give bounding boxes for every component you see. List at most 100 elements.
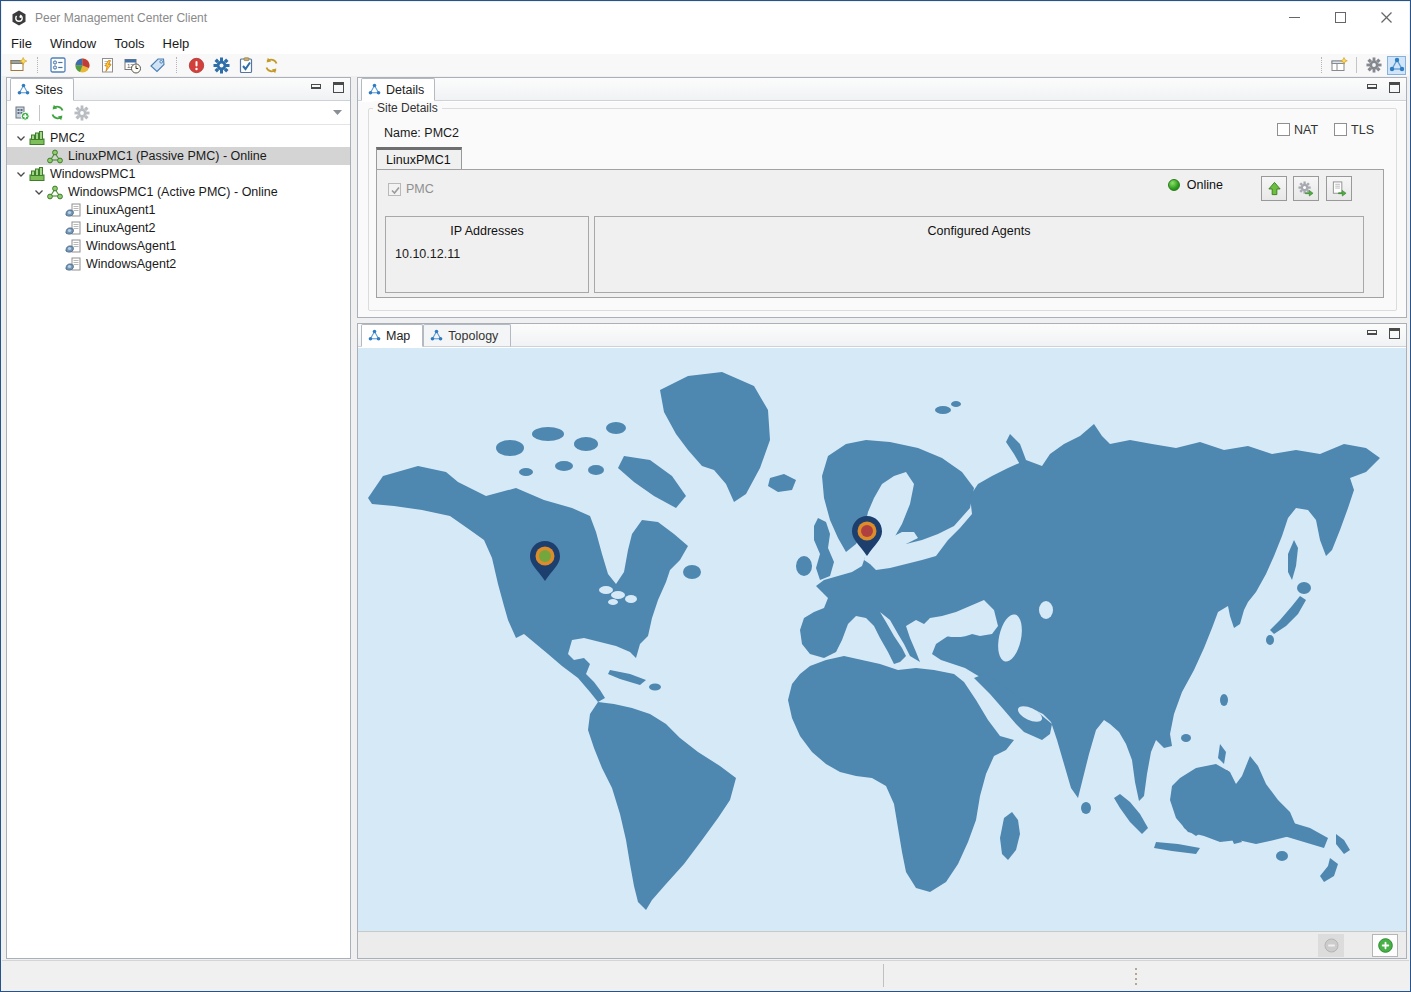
refresh-icon[interactable] [49,104,66,121]
site-icon [28,130,45,146]
zoom-out-button[interactable] [1318,934,1344,957]
title-bar: Peer Management Center Client [2,2,1409,33]
job-document-icon[interactable] [99,57,116,74]
tasks-clipboard-icon[interactable] [238,57,255,74]
preferences-icon[interactable] [49,57,66,74]
chevron-down-icon[interactable] [35,190,43,195]
schedule-calendar-icon[interactable]: 12 [124,57,141,74]
agent-icon [64,220,81,236]
ip-addresses-title: IP Addresses [386,224,588,238]
network-icon [430,329,443,342]
tree-item[interactable]: LinuxAgent1 [7,201,350,219]
sites-panel: Sites PMC2 LinuxPMC1 (Passive PMC [6,77,351,959]
tab-details[interactable]: Details [361,78,435,101]
sync-icon[interactable] [263,57,280,74]
maximize-panel-icon[interactable] [1389,328,1400,339]
management-perspective-icon[interactable] [1388,57,1405,74]
tree-item-selected[interactable]: LinuxPMC1 (Passive PMC) - Online [7,147,350,165]
tls-checkbox-box[interactable] [1334,123,1347,136]
menu-help[interactable]: Help [154,34,199,53]
tree-item[interactable]: WindowsPMC1 (Active PMC) - Online [7,183,350,201]
tab-map[interactable]: Map [361,324,423,347]
edit-configuration-button[interactable] [1293,176,1319,201]
nat-checkbox[interactable]: NAT [1277,123,1318,137]
tree-item[interactable]: WindowsAgent1 [7,237,350,255]
export-log-button[interactable] [1326,176,1352,201]
map-panel: Map Topology [357,323,1407,959]
toolbar-separator [1321,57,1323,73]
chevron-down-icon[interactable] [17,172,25,177]
toolbar-separator [1356,57,1357,73]
maximize-panel-icon[interactable] [1389,82,1400,93]
tab-sites-label: Sites [35,83,63,97]
pmc-checkbox-box [388,183,401,196]
site-details-group: Site Details Name: PMC2 NAT TLS LinuxPMC… [368,108,1397,311]
tab-topology-label: Topology [448,329,498,343]
tab-map-label: Map [386,329,410,343]
start-pmc-button[interactable] [1261,176,1287,201]
tab-topology[interactable]: Topology [423,324,511,347]
toolbar-separator [39,105,40,121]
tree-item-label: WindowsPMC1 (Active PMC) - Online [68,185,278,199]
ip-address-value: 10.10.12.11 [395,247,460,261]
minimize-button[interactable] [1271,2,1317,33]
menu-bar: File Window Tools Help [2,33,1409,54]
add-site-icon[interactable] [13,104,30,121]
nat-label: NAT [1294,123,1318,137]
menu-file[interactable]: File [2,34,41,53]
tree-item[interactable]: WindowsAgent2 [7,255,350,273]
site-name-label: Name: PMC2 [384,126,459,140]
menu-window[interactable]: Window [41,34,105,53]
main-toolbar: 12 [2,54,1409,76]
details-panel: Details Site Details Name: PMC2 NAT TLS … [357,77,1407,318]
agent-icon [64,238,81,254]
tab-details-label: Details [386,83,424,97]
online-status-label: Online [1187,178,1223,192]
tree-item-label: LinuxPMC1 (Passive PMC) - Online [68,149,267,163]
app-window: Peer Management Center Client File Windo… [0,0,1411,992]
menu-tools[interactable]: Tools [105,34,153,53]
world-map[interactable] [358,348,1406,931]
new-window-icon[interactable] [10,57,27,74]
toolbar-separator [176,57,178,73]
status-bar-separator [883,964,884,987]
configured-agents-box: Configured Agents [594,216,1364,293]
view-menu-chevron-icon[interactable] [333,110,342,115]
map-pin-europe[interactable] [851,515,883,557]
nat-checkbox-box[interactable] [1277,123,1290,136]
settings-gear-icon[interactable] [213,57,230,74]
minimize-panel-icon[interactable] [1367,84,1377,89]
pmc-node-icon [46,148,63,164]
pmc-checkbox: PMC [388,182,434,196]
map-pin-us[interactable] [529,540,561,582]
reports-pie-chart-icon[interactable] [74,57,91,74]
sites-toolbar [7,101,350,125]
tree-item[interactable]: WindowsPMC1 [7,165,350,183]
tree-item-label: WindowsAgent1 [86,239,176,253]
maximize-panel-icon[interactable] [333,82,344,93]
tls-checkbox[interactable]: TLS [1334,123,1374,137]
tree-item[interactable]: PMC2 [7,129,350,147]
site-details-group-title: Site Details [373,101,442,115]
close-button[interactable] [1363,2,1409,33]
minimize-panel-icon[interactable] [1367,330,1377,335]
network-icon [368,329,381,342]
tree-item[interactable]: LinuxAgent2 [7,219,350,237]
site-settings-gear-icon[interactable] [73,104,90,121]
app-icon [11,10,27,26]
agent-icon [64,256,81,272]
tab-linuxpmc1[interactable]: LinuxPMC1 [376,147,462,169]
maximize-button[interactable] [1317,2,1363,33]
alerts-icon[interactable] [188,57,205,74]
map-footer [358,931,1406,958]
tab-sites[interactable]: Sites [10,78,74,101]
tree-item-label: PMC2 [50,131,85,145]
status-bar-grip [1135,968,1137,985]
chevron-down-icon[interactable] [17,136,25,141]
minimize-panel-icon[interactable] [311,84,321,89]
perspective-gear-icon[interactable] [1365,57,1382,74]
tab-linuxpmc1-label: LinuxPMC1 [386,153,451,167]
tag-icon[interactable] [149,57,166,74]
open-perspective-icon[interactable] [1331,57,1348,74]
zoom-in-button[interactable] [1372,934,1398,957]
